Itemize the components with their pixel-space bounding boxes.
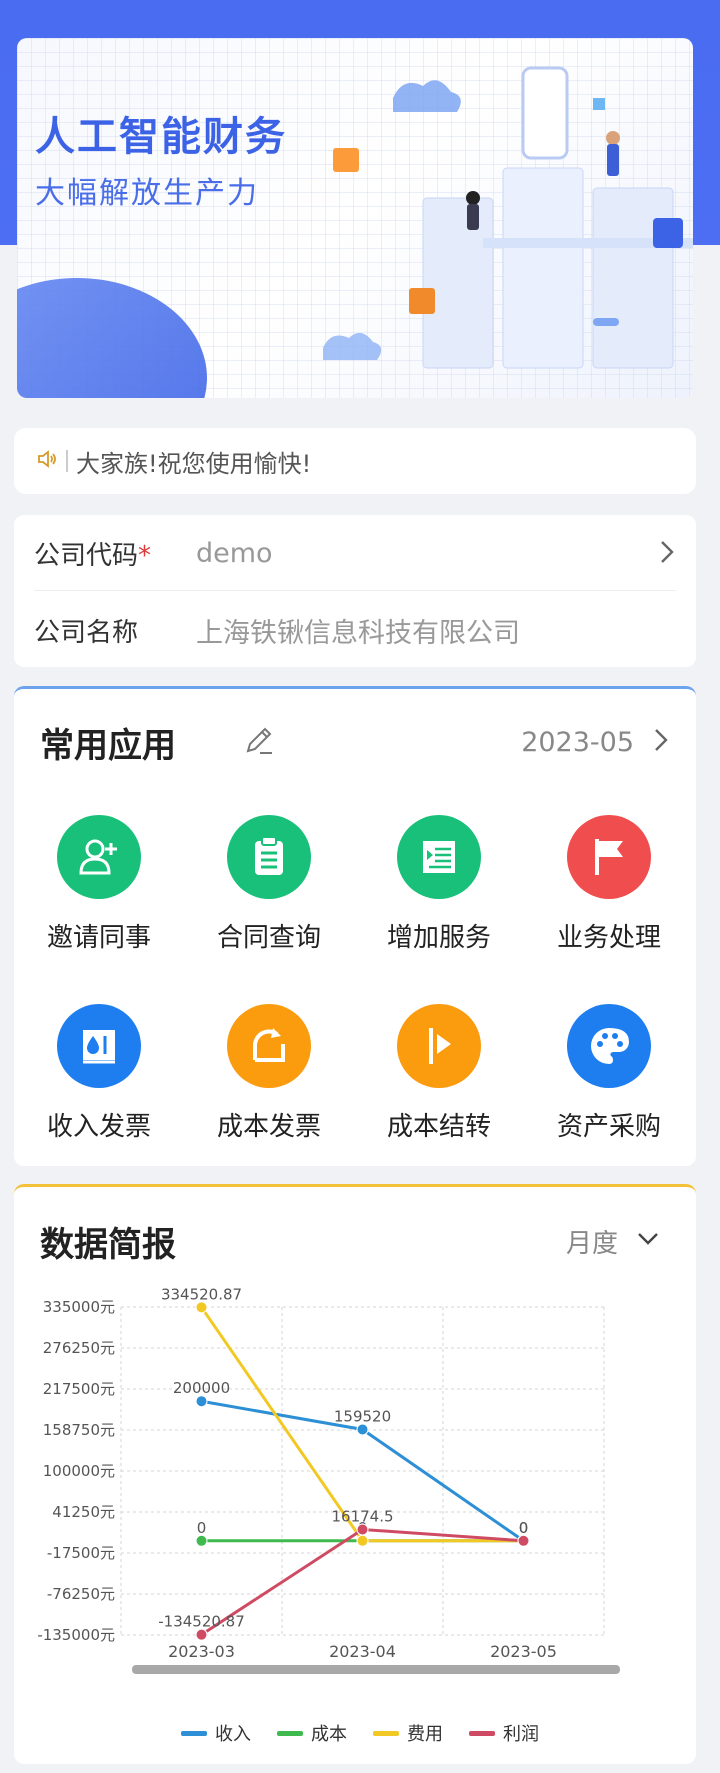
notice-text: 大家族!祝您使用愉快! [76,449,312,478]
y-tick-label: 100000元 [43,1462,115,1480]
data-label: 16174.5 [331,1507,393,1525]
company-info-card: 公司代码* demo 公司名称 上海铁锹信息科技有限公司 [14,515,696,667]
legend-swatch [469,1730,495,1736]
app-add-service[interactable]: 增加服务 [354,815,524,954]
company-name-value: 上海铁锹信息科技有限公司 [196,617,520,649]
required-mark: * [138,541,152,571]
palette-icon [567,1004,651,1088]
legend-label: 收入 [215,1724,251,1745]
speaker-icon [36,447,60,475]
app-label: 资产采购 [556,1112,661,1142]
banner-title: 人工智能财务 [35,114,287,160]
chevron-right-icon [658,538,676,570]
common-apps-card: 常用应用 2023-05 邀请同事 合同查询 增加服务 业务处理 收入发票 成本… [14,686,696,1166]
carry-over-icon [397,1004,481,1088]
y-tick-label: -17500元 [47,1544,115,1562]
invoice-icon [57,1004,141,1088]
banner-illustration [323,66,693,369]
app-label: 业务处理 [556,923,661,953]
app-grid: 邀请同事 合同查询 增加服务 业务处理 收入发票 成本发票 成本结转 资产采购 [14,815,696,1143]
company-name-row: 公司名称 上海铁锹信息科技有限公司 [34,593,676,667]
app-label: 成本发票 [216,1112,321,1142]
app-business-processing[interactable]: 业务处理 [524,815,694,954]
data-point [356,1534,369,1547]
app-contract-query[interactable]: 合同查询 [184,815,354,954]
app-cost-carryover[interactable]: 成本结转 [354,1004,524,1143]
chart-svg: 335000元 276250元 217500元 158750元 100000元 41250… [37,1285,620,1674]
cost-invoice-icon [227,1004,311,1088]
apps-period-selector[interactable]: 2023-05 [521,727,634,758]
app-label: 邀请同事 [46,923,151,953]
app-invite-colleague[interactable]: 邀请同事 [14,815,184,954]
legend-item[interactable]: 费用 [373,1720,443,1746]
banner-subtitle: 大幅解放生产力 [35,176,259,211]
x-tick-label: 2023-05 [490,1642,557,1661]
pencil-edit-icon[interactable] [242,723,276,761]
x-tick-label: 2023-03 [168,1642,235,1661]
legend-label: 利润 [503,1724,539,1745]
promo-banner[interactable]: 人工智能财务 大幅解放生产力 [17,38,693,398]
notice-divider [66,450,68,472]
data-point [195,1534,208,1547]
x-tick-label: 2023-04 [329,1642,396,1661]
data-point [195,1395,208,1408]
chevron-down-icon[interactable] [636,1231,660,1251]
report-period-selector[interactable]: 月度 [566,1223,618,1260]
legend-label: 成本 [311,1724,347,1745]
data-label: -134520.87 [158,1613,245,1631]
y-tick-label: 217500元 [43,1380,115,1398]
data-point [356,1523,369,1536]
add-user-icon [57,815,141,899]
report-header: 数据简报 月度 [40,1211,660,1271]
legend-item[interactable]: 成本 [277,1720,347,1746]
company-code-value: demo [196,538,273,569]
data-label: 334520.87 [161,1285,242,1303]
flag-icon [567,815,651,899]
company-code-label: 公司代码* [34,541,152,571]
legend-swatch [373,1730,399,1736]
legend-label: 费用 [407,1724,443,1745]
chevron-right-icon[interactable] [652,726,670,758]
list-indent-icon [397,815,481,899]
app-income-invoice[interactable]: 收入发票 [14,1004,184,1143]
company-name-label: 公司名称 [34,617,139,648]
y-tick-label: 335000元 [43,1298,115,1316]
y-tick-label: 41250元 [52,1503,115,1521]
chart-scrollbar [132,1665,620,1674]
legend-item[interactable]: 利润 [469,1720,539,1746]
app-label: 成本结转 [386,1112,491,1142]
y-tick-label: 276250元 [43,1339,115,1357]
company-code-row[interactable]: 公司代码* demo [34,517,676,591]
app-cost-invoice[interactable]: 成本发票 [184,1004,354,1143]
app-label: 收入发票 [46,1112,151,1142]
clipboard-icon [227,815,311,899]
data-label: 159520 [334,1407,391,1425]
data-label: 0 [197,1519,207,1537]
app-asset-purchase[interactable]: 资产采购 [524,1004,694,1143]
chart-legend: 收入 成本 费用 利润 [0,1716,720,1750]
legend-swatch [181,1730,207,1736]
legend-swatch [277,1730,303,1736]
apps-header: 常用应用 2023-05 [40,717,670,767]
app-label: 合同查询 [216,923,321,953]
y-tick-label: -76250元 [47,1585,115,1603]
data-point [195,1628,208,1641]
data-report-card: 数据简报 月度 335000元 276250元 217500元 158750元 1000… [14,1184,696,1764]
report-title: 数据简报 [40,1224,176,1265]
data-label: 200000 [173,1379,230,1397]
y-tick-label: 158750元 [43,1421,115,1439]
data-label: 0 [519,1519,529,1537]
apps-title: 常用应用 [40,725,176,766]
data-point [195,1301,208,1314]
app-label: 增加服务 [386,923,491,953]
notice-bar[interactable]: 大家族!祝您使用愉快! [14,428,696,494]
y-tick-label: -135000元 [37,1626,115,1644]
legend-item[interactable]: 收入 [181,1720,251,1746]
line-chart: 335000元 276250元 217500元 158750元 100000元 41250… [14,1283,696,1763]
data-point [517,1534,530,1547]
data-point [356,1423,369,1436]
